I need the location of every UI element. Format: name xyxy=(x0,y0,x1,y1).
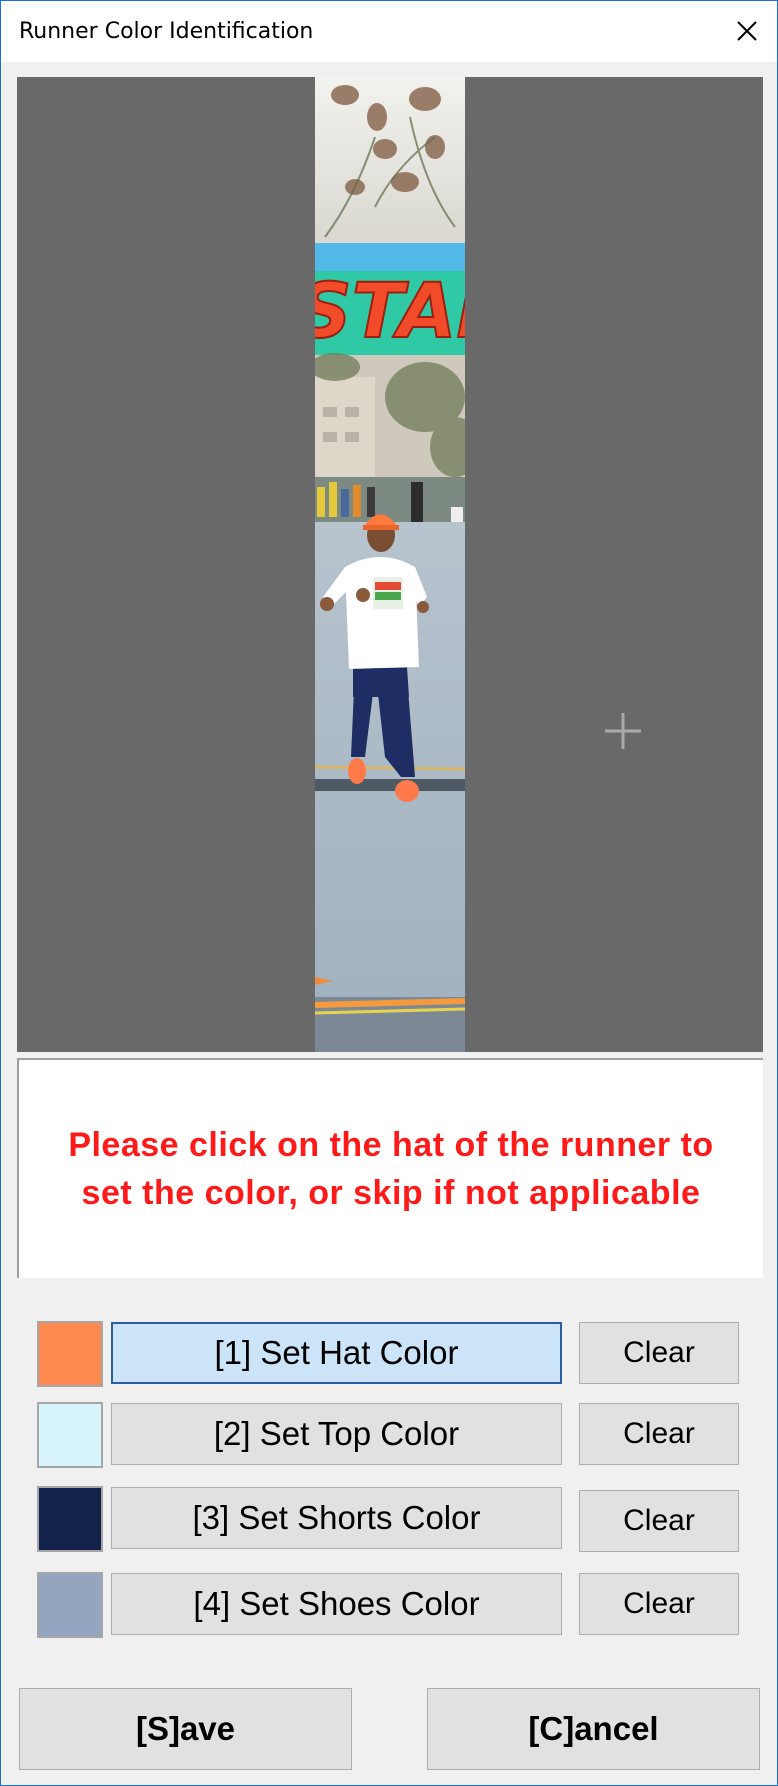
cancel-button[interactable]: [C]ancel xyxy=(427,1688,760,1770)
title-bar: Runner Color Identification xyxy=(1,1,777,62)
clear-shoes-color-button[interactable]: Clear xyxy=(579,1573,739,1635)
top-color-swatch xyxy=(37,1402,103,1468)
clear-hat-color-button[interactable]: Clear xyxy=(579,1322,739,1384)
window-title: Runner Color Identification xyxy=(19,19,314,44)
set-top-color-button[interactable]: [2] Set Top Color xyxy=(111,1403,562,1465)
clear-top-color-button[interactable]: Clear xyxy=(579,1403,739,1465)
image-canvas[interactable]: STAR xyxy=(17,77,763,1052)
shorts-color-swatch xyxy=(37,1486,103,1552)
dialog-window: Runner Color Identification TA Please cl… xyxy=(0,0,778,1786)
crosshair-icon xyxy=(605,713,641,749)
instruction-line-2: set the color, or skip if not applicable xyxy=(81,1174,701,1212)
clear-shorts-color-button[interactable]: Clear xyxy=(579,1490,739,1552)
close-button[interactable] xyxy=(717,1,777,61)
instruction-panel: Please click on the hat of the runner to… xyxy=(17,1058,763,1278)
set-shorts-color-button[interactable]: [3] Set Shorts Color xyxy=(111,1487,562,1549)
shoes-color-swatch xyxy=(37,1572,103,1638)
set-shoes-color-button[interactable]: [4] Set Shoes Color xyxy=(111,1573,562,1635)
svg-text:STAR: STAR xyxy=(315,266,465,355)
close-icon xyxy=(737,21,757,41)
hat-color-swatch xyxy=(37,1321,103,1387)
set-hat-color-button[interactable]: [1] Set Hat Color xyxy=(111,1322,562,1384)
instruction-text: Please click on the hat of the runner to… xyxy=(68,1121,713,1217)
instruction-line-1: Please click on the hat of the runner to xyxy=(68,1126,714,1164)
save-button[interactable]: [S]ave xyxy=(19,1688,352,1770)
runner-photo[interactable]: STAR xyxy=(315,77,465,1052)
